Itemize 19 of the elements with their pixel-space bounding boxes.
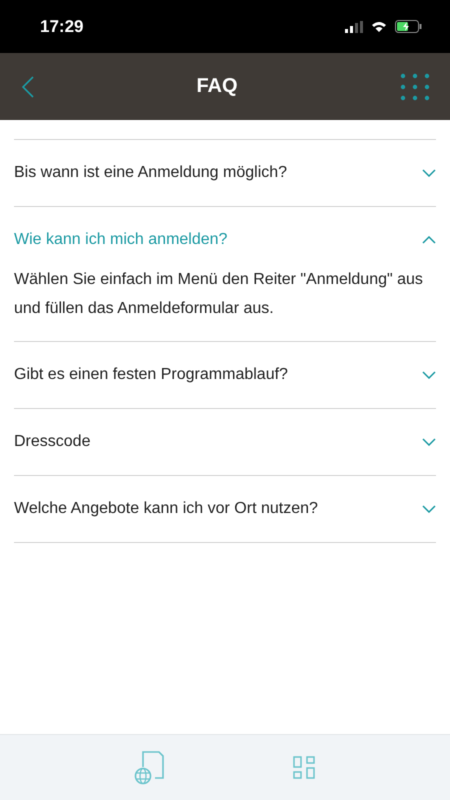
faq-question[interactable]: Gibt es einen festen Programmablauf?: [14, 342, 436, 408]
battery-icon: [395, 20, 422, 33]
chevron-down-icon: [422, 505, 436, 513]
grid-menu-icon[interactable]: [400, 72, 430, 100]
signal-icon: [345, 20, 363, 32]
back-icon[interactable]: [22, 76, 34, 98]
faq-question[interactable]: Welche Angebote kann ich vor Ort nutzen?: [14, 476, 436, 542]
chevron-down-icon: [422, 438, 436, 446]
faq-question[interactable]: Bis wann ist eine Anmeldung möglich?: [14, 140, 436, 206]
wifi-icon: [371, 20, 387, 32]
faq-answer: Wählen Sie einfach im Menü den Reiter "Anmeldung" aus und füllen das Anmeldeformular aus.: [14, 270, 424, 319]
status-time: 17:29: [40, 16, 84, 36]
faq-question[interactable]: Dresscode: [14, 409, 436, 475]
chevron-down-icon: [422, 371, 436, 379]
chevron-down-icon: [422, 169, 436, 177]
page-title: FAQ: [196, 75, 238, 98]
dashboard-icon[interactable]: [293, 756, 316, 779]
chevron-up-icon: [422, 236, 436, 244]
document-globe-icon[interactable]: [134, 750, 166, 784]
